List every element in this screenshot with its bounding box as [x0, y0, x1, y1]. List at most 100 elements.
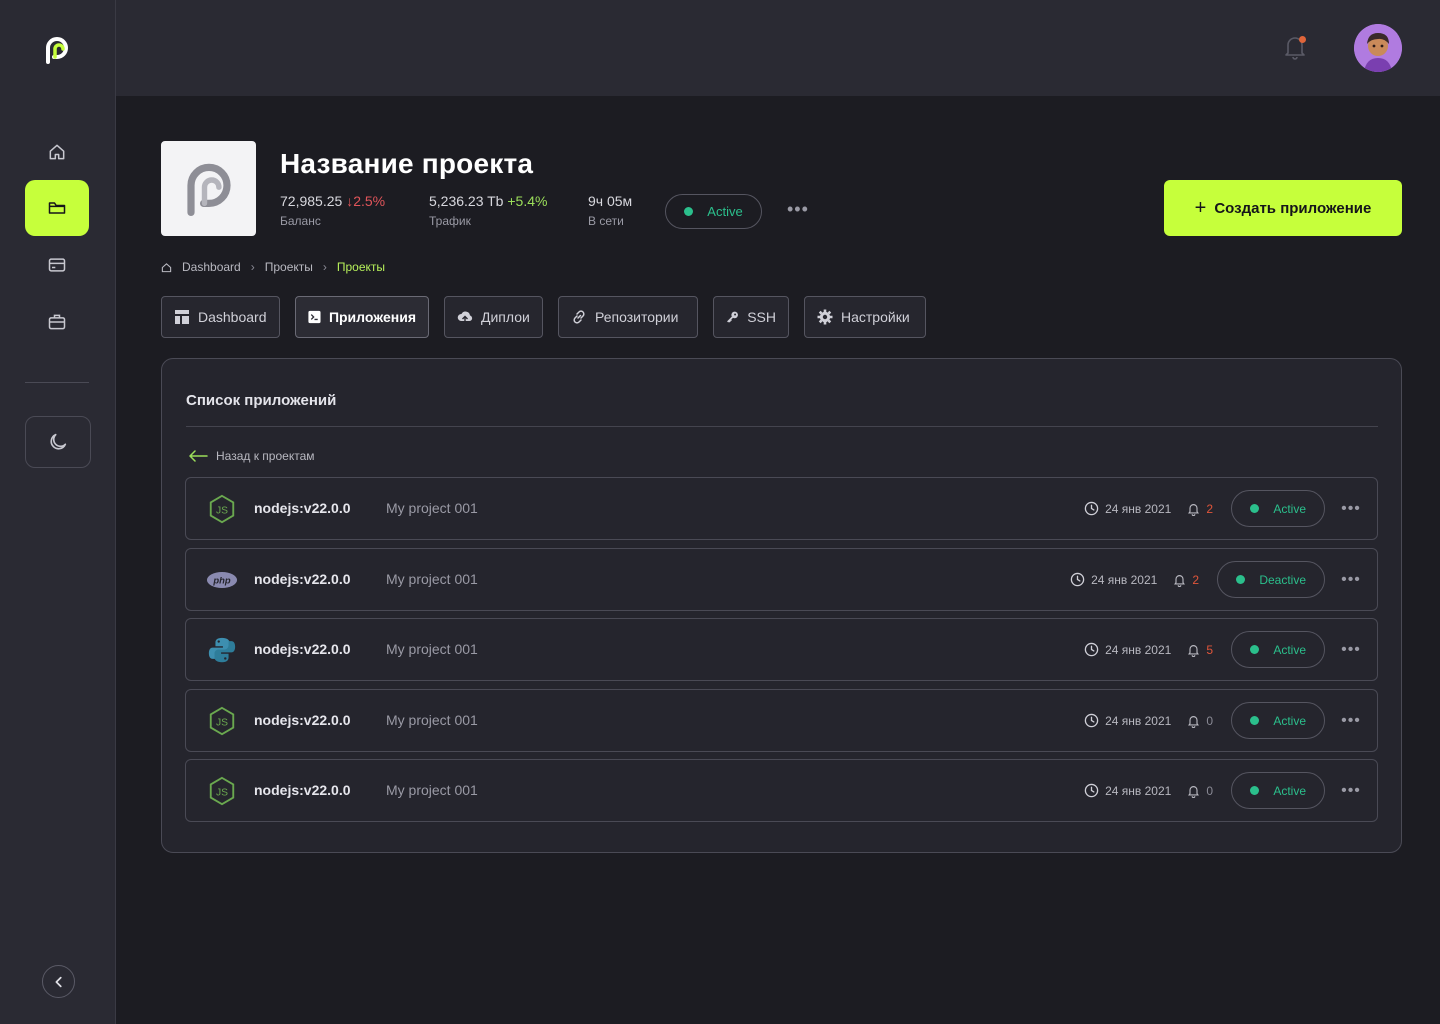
row-meta: 24 янв 2021 0 Active •••	[1084, 702, 1361, 739]
bell-icon	[1174, 574, 1186, 587]
row-more-button[interactable]: •••	[1341, 500, 1361, 518]
tab-applications[interactable]: Приложения	[295, 296, 429, 338]
row-meta: 24 янв 2021 2 Deactive •••	[1070, 561, 1361, 598]
stat-balance-value: 72,985.25	[280, 193, 343, 209]
app-notifications[interactable]: 2	[1187, 502, 1215, 516]
app-notifications[interactable]: 0	[1187, 784, 1215, 798]
nodejs-icon: JS	[206, 493, 238, 525]
app-name: nodejs:v22.0.0	[254, 500, 351, 516]
project-status-label: Active	[707, 204, 743, 219]
tab-applications-label: Приложения	[328, 309, 416, 325]
stat-online: 9ч 05м В сети	[588, 193, 632, 228]
layout-icon	[175, 310, 189, 324]
stat-traffic: 5,236.23 Tb +5.4% Трафик	[429, 193, 547, 228]
table-row[interactable]: JS nodejs:v22.0.0 My project 001 24 янв 202…	[185, 689, 1378, 752]
nodejs-icon: JS	[206, 775, 238, 807]
row-meta: 24 янв 2021 5 Active •••	[1084, 631, 1361, 668]
app-date-label: 24 янв 2021	[1105, 713, 1172, 728]
tab-deploys[interactable]: Диплои	[444, 296, 543, 338]
link-icon	[573, 310, 585, 324]
tab-settings[interactable]: Настройки	[804, 296, 926, 338]
app-name: nodejs:v22.0.0	[254, 641, 351, 657]
tab-ssh[interactable]: SSH	[713, 296, 789, 338]
tab-dashboard[interactable]: Dashboard	[161, 296, 280, 338]
app-name: nodejs:v22.0.0	[254, 571, 351, 587]
svg-text:php: php	[212, 574, 230, 585]
chevron-left-icon	[55, 976, 62, 987]
home-small-icon	[161, 262, 172, 272]
notifications-button[interactable]	[1283, 34, 1307, 60]
notification-count: 0	[1206, 713, 1213, 728]
back-to-projects-link[interactable]: Назад к проектам	[188, 449, 315, 463]
key-icon	[727, 311, 738, 323]
table-row[interactable]: JS nodejs:v22.0.0 My project 001 24 янв 202…	[185, 477, 1378, 540]
tab-ssh-label: SSH	[747, 309, 776, 325]
notification-count: 5	[1206, 642, 1213, 657]
notification-dot	[1299, 36, 1306, 43]
stat-online-label: В сети	[588, 214, 624, 228]
terminal-icon	[308, 310, 321, 324]
row-more-button[interactable]: •••	[1341, 571, 1361, 589]
create-app-button[interactable]: + Создать приложение	[1164, 180, 1402, 236]
status-badge[interactable]: Active	[1231, 772, 1325, 809]
notification-count: 2	[1206, 501, 1213, 516]
table-row[interactable]: nodejs:v22.0.0 My project 001 24 янв 2021 5…	[185, 618, 1378, 681]
project-status-badge: Active	[665, 194, 762, 229]
status-badge[interactable]: Active	[1231, 631, 1325, 668]
theme-toggle-button[interactable]	[25, 416, 91, 468]
cloud-upload-icon	[457, 311, 473, 324]
stat-traffic-label: Трафик	[429, 214, 471, 228]
stat-balance: 72,985.25 ↓2.5% Баланс	[280, 193, 385, 228]
app-date-label: 24 янв 2021	[1105, 783, 1172, 798]
row-more-button[interactable]: •••	[1341, 712, 1361, 730]
status-badge[interactable]: Active	[1231, 490, 1325, 527]
breadcrumb-current: Проекты	[336, 260, 386, 274]
nav-billing[interactable]	[25, 237, 89, 293]
clock-icon	[1084, 713, 1099, 728]
tab-repositories[interactable]: Репозитории	[558, 296, 698, 338]
app-notifications[interactable]: 5	[1187, 643, 1215, 657]
app-name: nodejs:v22.0.0	[254, 712, 351, 728]
sidebar	[0, 0, 116, 1024]
nav-projects[interactable]	[25, 180, 89, 236]
status-dot	[684, 207, 694, 216]
collapse-sidebar-button[interactable]	[42, 965, 75, 998]
bell-icon	[1188, 644, 1200, 657]
chevron-right-icon: ›	[322, 260, 327, 274]
status-badge[interactable]: Deactive	[1217, 561, 1325, 598]
app-name: nodejs:v22.0.0	[254, 782, 351, 798]
arrow-left-icon	[189, 450, 208, 462]
status-label: Active	[1273, 713, 1306, 728]
app-notifications[interactable]: 2	[1173, 573, 1201, 587]
row-more-button[interactable]: •••	[1341, 641, 1361, 659]
apps-list-card: Список приложений Назад к проектам JS nod…	[161, 358, 1402, 853]
stat-online-value: 9ч 05м	[588, 193, 633, 209]
project-more-button[interactable]: •••	[787, 199, 809, 220]
app-logo[interactable]	[44, 36, 72, 64]
status-badge[interactable]: Active	[1231, 702, 1325, 739]
nav-home[interactable]	[25, 124, 89, 180]
app-date: 24 янв 2021	[1070, 572, 1157, 587]
app-notifications[interactable]: 0	[1187, 714, 1215, 728]
sidebar-divider	[25, 382, 89, 383]
bell-icon	[1188, 785, 1200, 798]
app-date: 24 янв 2021	[1084, 783, 1171, 798]
app-project: My project 001	[386, 500, 478, 516]
nav-briefcase[interactable]	[25, 294, 89, 350]
table-row[interactable]: JS nodejs:v22.0.0 My project 001 24 янв 202…	[185, 759, 1378, 822]
table-row[interactable]: php nodejs:v22.0.0 My project 001 24 янв 20…	[185, 548, 1378, 611]
svg-text:JS: JS	[216, 788, 228, 799]
app-date: 24 янв 2021	[1084, 642, 1171, 657]
stat-traffic-delta: +5.4%	[507, 193, 548, 209]
row-more-button[interactable]: •••	[1341, 782, 1361, 800]
tab-settings-label: Настройки	[841, 309, 910, 325]
breadcrumb-projects[interactable]: Проекты	[265, 260, 313, 274]
app-date-label: 24 янв 2021	[1105, 501, 1172, 516]
user-avatar[interactable]	[1354, 24, 1402, 72]
card-icon	[48, 258, 66, 272]
php-icon: php	[206, 564, 238, 596]
bell-icon	[1188, 715, 1200, 728]
status-dot	[1236, 575, 1246, 584]
status-dot	[1250, 504, 1260, 513]
breadcrumb-dashboard[interactable]: Dashboard	[182, 260, 241, 274]
